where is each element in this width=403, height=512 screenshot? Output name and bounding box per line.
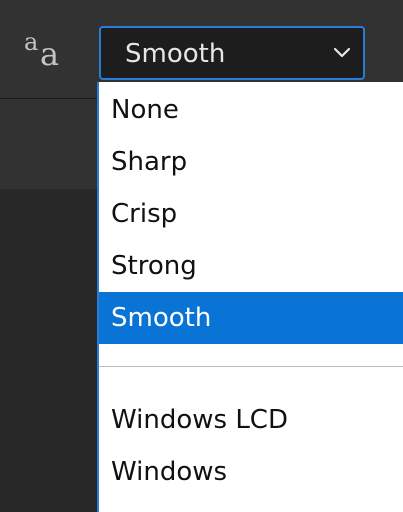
anti-alias-large-glyph: a: [40, 35, 60, 73]
menu-item-crisp[interactable]: Crisp: [99, 188, 403, 240]
menu-item-sharp[interactable]: Sharp: [99, 136, 403, 188]
menu-item-none[interactable]: None: [99, 84, 403, 136]
chevron-down-icon: [333, 47, 351, 58]
menu-item-strong[interactable]: Strong: [99, 240, 403, 292]
menu-item-windows-lcd[interactable]: Windows LCD: [99, 394, 403, 446]
menu-item-blank: [99, 344, 403, 366]
anti-alias-small-glyph: a: [24, 28, 39, 56]
anti-alias-dropdown-menu: None Sharp Crisp Strong Smooth Windows L…: [97, 82, 403, 512]
anti-alias-dropdown[interactable]: Smooth: [99, 26, 365, 80]
menu-item-windows[interactable]: Windows: [99, 446, 403, 498]
anti-alias-selected-value: Smooth: [125, 39, 226, 69]
text-anti-alias-icon: a a: [20, 28, 70, 72]
menu-separator: [99, 366, 403, 367]
menu-item-smooth[interactable]: Smooth: [99, 292, 403, 344]
